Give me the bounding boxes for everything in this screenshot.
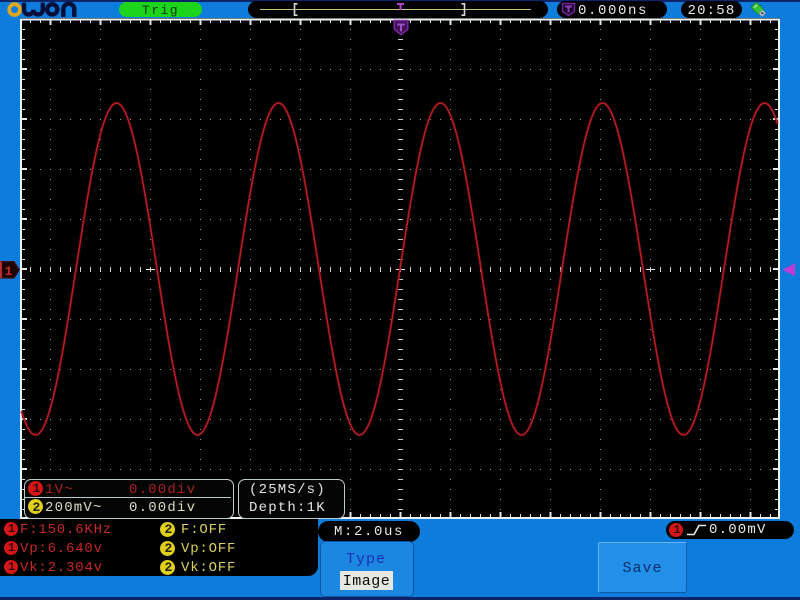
- svg-text:1: 1: [5, 264, 13, 279]
